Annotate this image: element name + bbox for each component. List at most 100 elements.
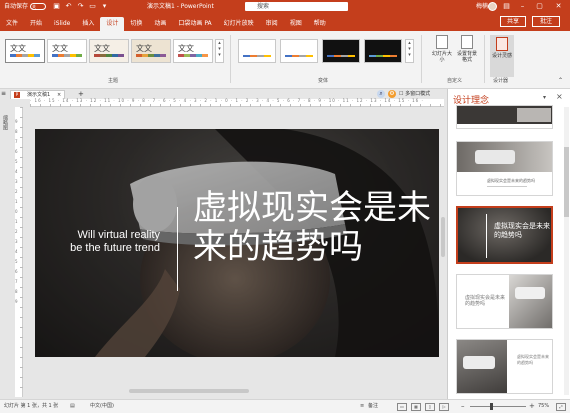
theme-office[interactable]: 文文	[5, 39, 45, 63]
tab-3[interactable]: 插入	[76, 17, 100, 31]
design-ideas-pane: 设计理念 ▾ × 虚拟现实会是未来的趋势吗 虚拟现实会是未来的趋势吗 虚拟现实会…	[447, 89, 570, 399]
menu-bar: 文件 开始 iSlide 插入 设计 切换 动画 口袋动画 PA 幻灯片放映 审阅 视图 帮助 共享 …	[0, 13, 570, 31]
ribbon-tabs: 文件 开始 iSlide 插入 设计 切换 动画 口袋动画 PA 幻灯片放映 审阅 视图 帮助	[0, 17, 332, 31]
tab-10[interactable]: 视图	[284, 17, 308, 31]
theme-facet[interactable]: 文文	[89, 39, 129, 63]
tab-5[interactable]: 切换	[124, 17, 148, 31]
variant-1[interactable]	[238, 39, 276, 63]
variant-3[interactable]	[322, 39, 360, 63]
undo-icon[interactable]: ↶	[64, 0, 73, 13]
design-ideas-button[interactable]: 设计灵感	[490, 35, 514, 77]
slide-sorter-icon[interactable]: ▦	[411, 403, 421, 411]
slide-size-button[interactable]: 幻灯片大小	[430, 35, 454, 63]
tab-1[interactable]: 开始	[24, 17, 48, 31]
design-pane-scrollbar[interactable]	[564, 107, 569, 395]
pane-options-icon[interactable]: ▾	[543, 94, 546, 101]
share-button[interactable]: 共享	[500, 16, 526, 27]
thumbnail-pane-collapsed[interactable]: 缩略图	[0, 99, 14, 399]
design-idea-4-text: 虚拟现实会是未来的趋势吗	[465, 295, 506, 307]
maximize-icon[interactable]: ▢	[535, 0, 544, 13]
design-idea-3[interactable]: 虚拟现实会是未来的趋势吗	[456, 206, 553, 264]
tab-4[interactable]: 设计	[100, 17, 125, 31]
autosave-toggle[interactable]: 关	[30, 3, 46, 10]
tab-0[interactable]: 文件	[0, 17, 24, 31]
thumbnails-label[interactable]: 缩略图	[2, 115, 9, 130]
group-customize-label: 自定义	[447, 78, 463, 84]
slide-english-title[interactable]: Will virtual reality be the future trend	[70, 229, 160, 255]
zoom-out-icon[interactable]: –	[461, 400, 465, 413]
variant-gallery-more-icon[interactable]: ▴ ▾ ▾	[405, 39, 414, 63]
multi-window-label: 多窗口模式	[405, 91, 431, 97]
reading-view-icon[interactable]: ▯	[425, 403, 435, 411]
slide-size-label: 幻灯片大小	[431, 51, 452, 63]
theme-sample-text: 文文	[94, 44, 110, 53]
slideshow-icon[interactable]: ▷	[439, 403, 449, 411]
redo-icon[interactable]: ↷	[76, 0, 85, 13]
horizontal-ruler: · 16 · 15 · 14 · 13 · 12 · 11 · 10 · 9 ·…	[30, 98, 444, 107]
design-idea-4[interactable]: 虚拟现实会是未来的趋势吗	[456, 274, 553, 329]
zoom-in-icon[interactable]: +	[529, 400, 535, 413]
slide[interactable]: Will virtual reality be the future trend…	[35, 129, 439, 357]
zoom-level[interactable]: 75%	[538, 400, 549, 413]
avatar[interactable]	[488, 2, 497, 11]
theme-retrospect[interactable]: 文文	[173, 39, 213, 63]
tab-7[interactable]: 口袋动画 PA	[172, 17, 217, 31]
normal-view-icon[interactable]: ▭	[397, 403, 407, 411]
notes-icon[interactable]: ≡	[360, 400, 364, 413]
variant-2[interactable]	[280, 39, 318, 63]
group-designer-label: 设计器	[493, 78, 509, 84]
theme-office-2[interactable]: 文文	[47, 39, 87, 63]
horizontal-ruler-numbers: · 16 · 15 · 14 · 13 · 12 · 11 · 10 · 9 ·…	[30, 98, 424, 103]
spell-check-icon[interactable]: ▤	[70, 400, 75, 413]
format-background-label: 设置背景格式	[456, 51, 477, 63]
settings-icon[interactable]: ⚙	[388, 90, 396, 98]
theme-sample-text: 文文	[52, 44, 68, 53]
format-background-button[interactable]: 设置背景格式	[455, 35, 479, 63]
notes-button[interactable]: 备注	[368, 400, 378, 413]
autosave-label: 自动保存	[4, 3, 29, 10]
vertical-ruler: 9876543210123456789	[15, 107, 23, 397]
collapse-ribbon-icon[interactable]: ⌃	[558, 77, 563, 84]
design-idea-5-text: 虚拟现实会是未来的趋势吗	[517, 354, 549, 365]
close-icon[interactable]: ✕	[554, 0, 563, 13]
zoom-slider-knob[interactable]	[490, 403, 493, 410]
tab-9[interactable]: 审阅	[260, 17, 284, 31]
pane-close-icon[interactable]: ×	[556, 92, 563, 101]
fit-slide-icon[interactable]: ⤢	[556, 403, 566, 411]
zoom-slider[interactable]	[470, 403, 526, 410]
slide-chinese-title[interactable]: 虚拟现实会是未来的趋势吗	[193, 189, 433, 267]
tab-6[interactable]: 动画	[148, 17, 172, 31]
tab-2[interactable]: iSlide	[48, 17, 76, 31]
theme-sample-text: 文文	[136, 44, 152, 53]
powerpoint-icon: P	[14, 92, 20, 98]
slide-info: 幻灯片 第 1 张，共 1 张	[4, 403, 59, 409]
user-name[interactable]: 梅楠	[476, 0, 488, 13]
theme-ion[interactable]: 文文	[131, 39, 171, 63]
theme-gallery-more-icon[interactable]: ▴ ▾ ▾	[215, 39, 224, 63]
format-background-icon	[461, 35, 473, 49]
customize-toolbar-icon[interactable]: ▾	[100, 0, 109, 13]
zoom-tool-icon[interactable]: ⌕	[377, 90, 385, 98]
ribbon-display-icon[interactable]: ▤	[502, 0, 511, 13]
tab-11[interactable]: 帮助	[308, 17, 332, 31]
minimize-icon[interactable]: –	[518, 0, 527, 13]
save-icon[interactable]: ▣	[52, 0, 61, 13]
canvas-horizontal-scrollbar[interactable]	[24, 387, 444, 395]
language-indicator[interactable]: 中文(中国)	[90, 400, 114, 413]
tab-8[interactable]: 幻灯片放映	[218, 17, 260, 31]
vertical-ruler-numbers: 9876543210123456789	[15, 119, 18, 304]
design-idea-2[interactable]: 虚拟现实会是未来的趋势吗	[456, 141, 553, 196]
canvas-vertical-scrollbar[interactable]	[440, 107, 446, 387]
multi-window-checkbox[interactable]: ☐	[399, 91, 403, 97]
group-theme-label: 主题	[108, 78, 119, 84]
window-title: 演示文稿1 - PowerPoint	[147, 3, 214, 10]
comment-button[interactable]: 批注	[532, 16, 560, 27]
design-idea-5[interactable]: 虚拟现实会是未来的趋势吗	[456, 339, 553, 394]
menu-icon[interactable]: ≡	[1, 89, 6, 99]
present-icon[interactable]: ▭	[88, 0, 97, 13]
variant-4[interactable]	[364, 39, 402, 63]
search-input[interactable]: 搜索	[245, 2, 348, 11]
design-idea-1[interactable]	[456, 105, 553, 129]
design-ideas-icon	[496, 37, 508, 51]
design-idea-2-text: 虚拟现实会是未来的趋势吗	[487, 178, 535, 183]
